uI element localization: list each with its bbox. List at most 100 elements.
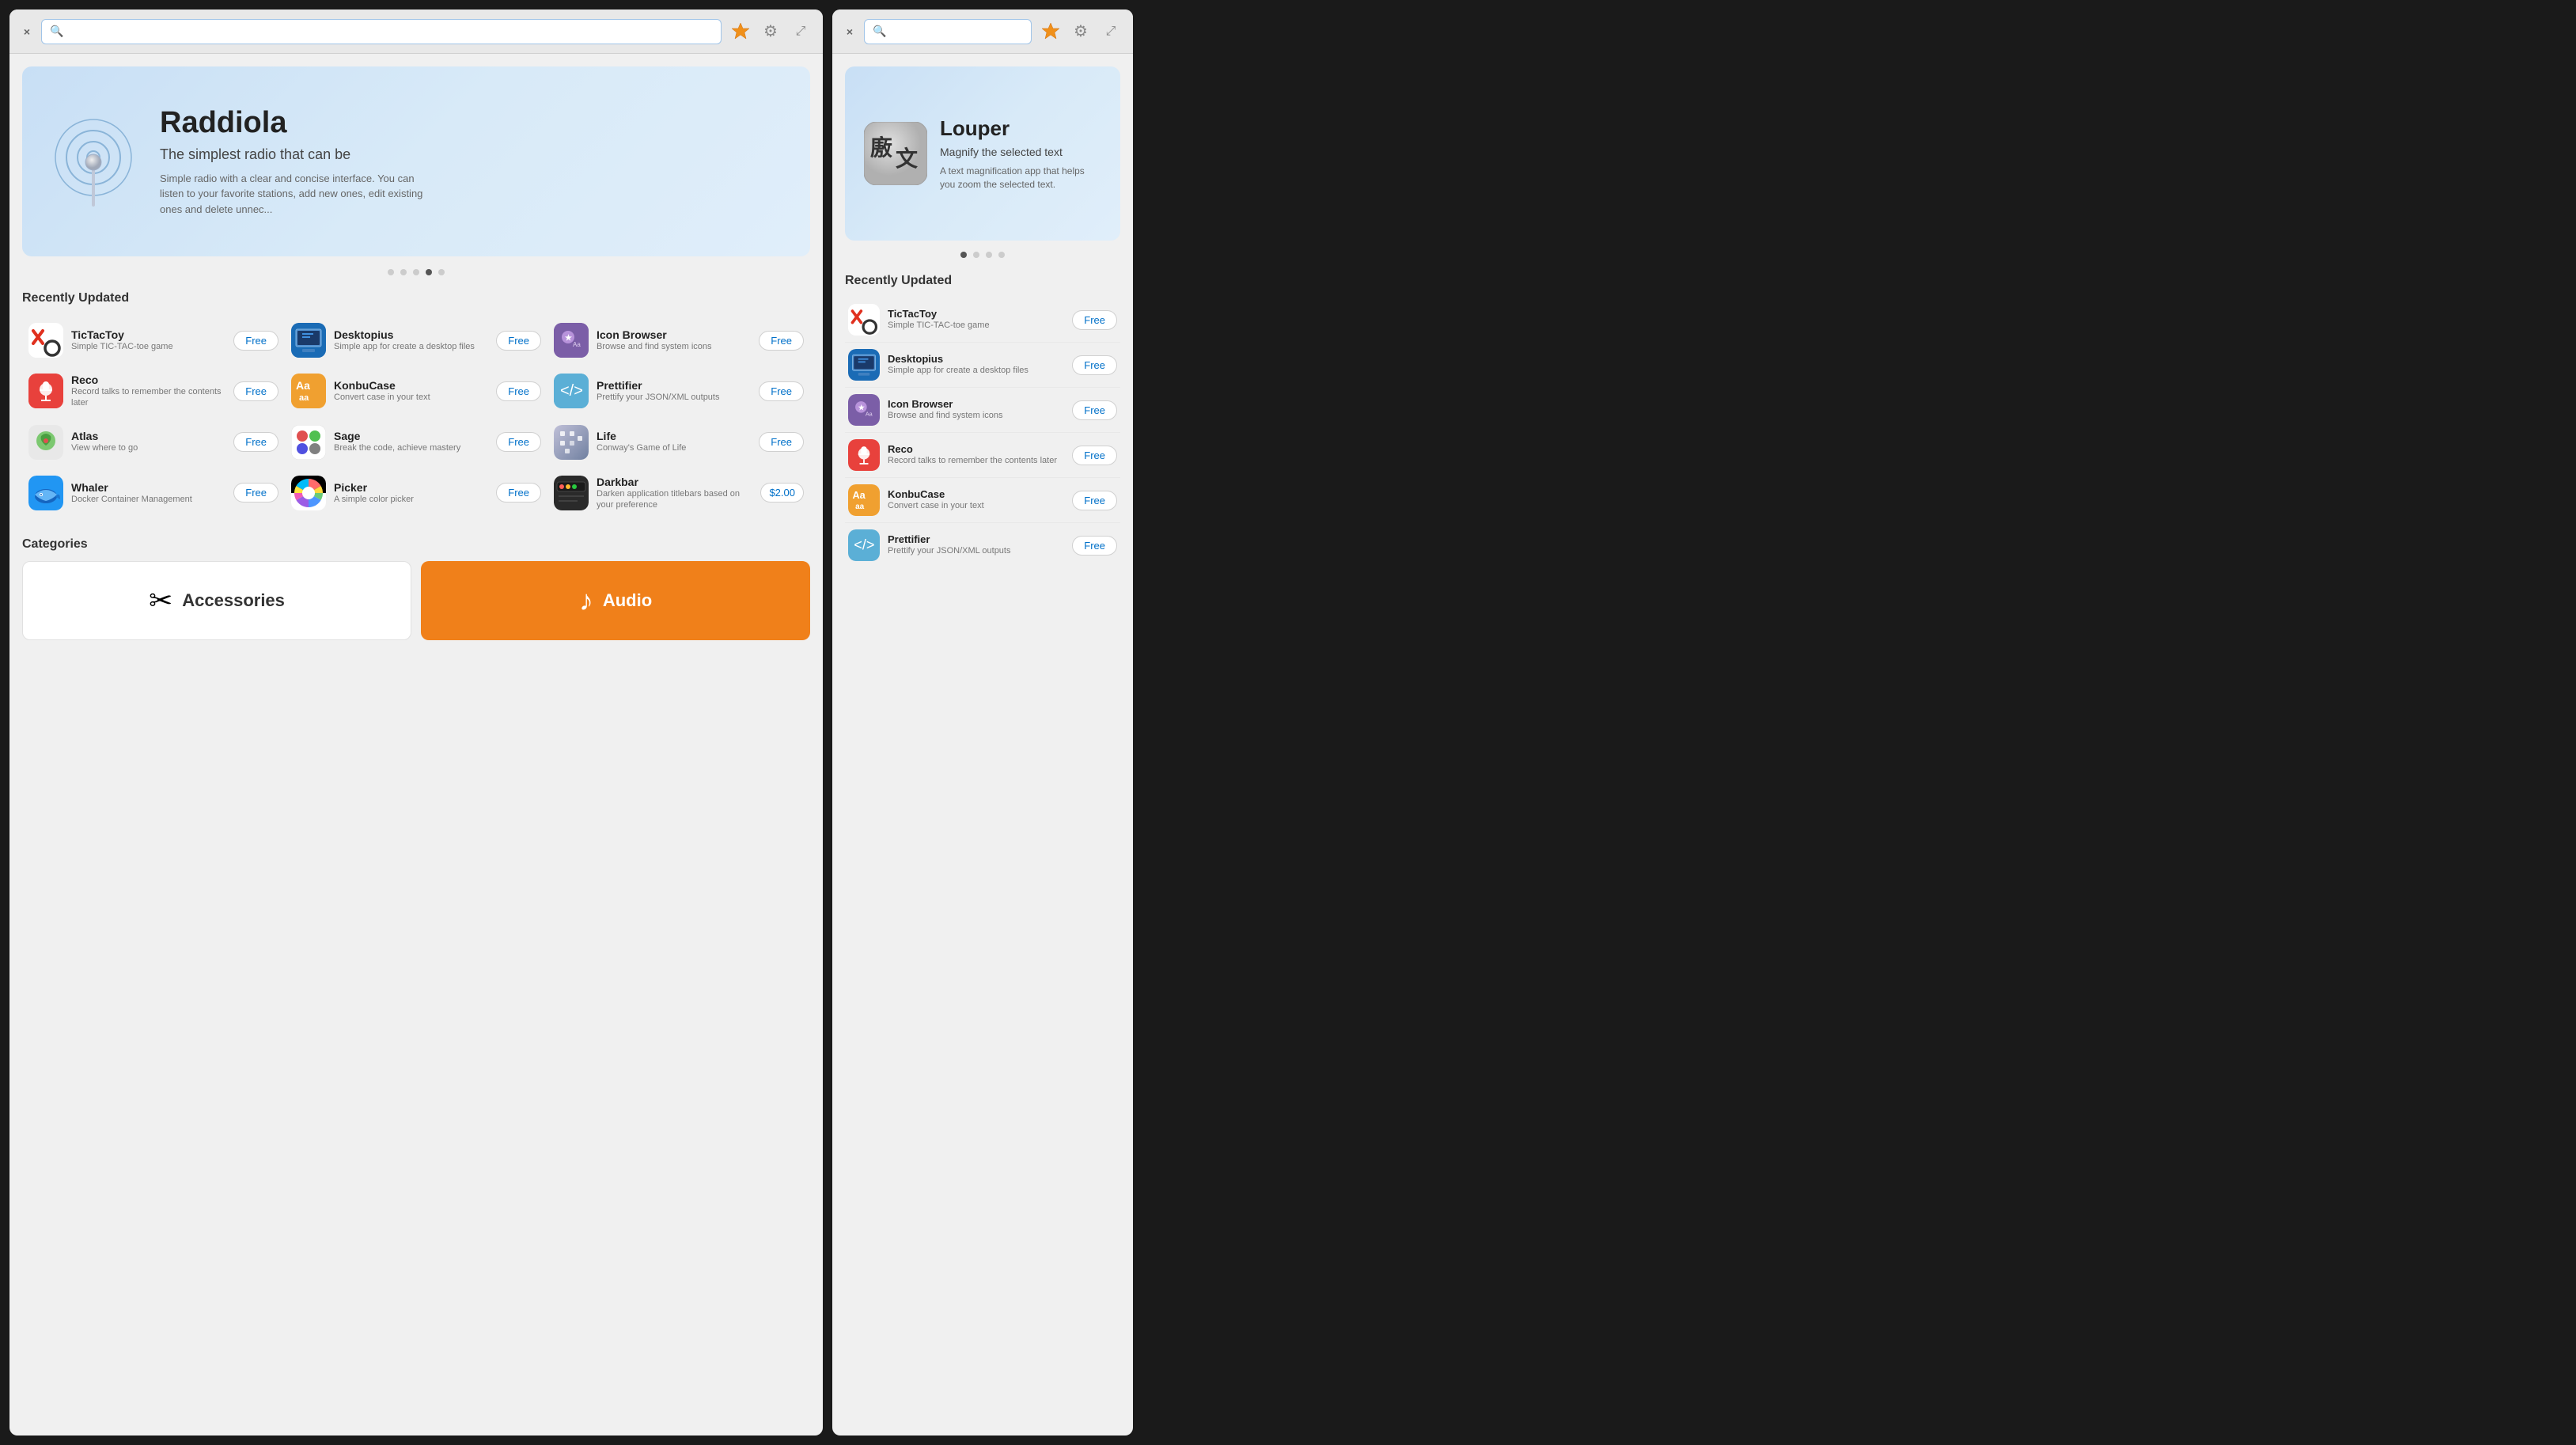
list-price-konbucase[interactable]: Free (1072, 491, 1117, 510)
list-name-desktopius: Desktopius (888, 353, 1064, 365)
main-content-right[interactable]: 廒 文 Louper Magnify the selected text A t… (832, 54, 1133, 1436)
list-price-iconbrowser[interactable]: Free (1072, 400, 1117, 420)
expand-icon-right[interactable]: ⤢ (1100, 21, 1122, 43)
gear-icon-left[interactable]: ⚙ (760, 21, 782, 43)
price-btn-sage[interactable]: Free (496, 432, 541, 452)
hero-banner-left[interactable]: Raddiola The simplest radio that can be … (22, 66, 810, 256)
dot-r1[interactable] (960, 252, 967, 258)
app-info-desktopius: Desktopius Simple app for create a deskt… (334, 328, 488, 352)
app-item-picker[interactable]: Picker A simple color picker Free (285, 468, 547, 519)
svg-text:Aa: Aa (296, 379, 310, 392)
search-icon-right: 🔍 (873, 25, 886, 38)
gear-icon-right[interactable]: ⚙ (1070, 21, 1092, 43)
search-input-left[interactable] (68, 25, 713, 38)
list-info-reco: Reco Record talks to remember the conten… (888, 443, 1064, 466)
category-audio[interactable]: ♪ Audio (421, 561, 810, 640)
hero-text-right: Louper Magnify the selected text A text … (940, 116, 1101, 192)
app-icon-konbucase: Aa aa (291, 374, 326, 408)
svg-text:Aa: Aa (866, 410, 873, 417)
badge-icon-right[interactable] (1040, 21, 1062, 43)
search-bar-left[interactable]: 🔍 (41, 19, 722, 44)
list-item-konbucase[interactable]: Aa aa KonbuCase Convert case in your tex… (845, 478, 1120, 523)
list-item-prettifier[interactable]: </> Prettifier Prettify your JSON/XML ou… (845, 523, 1120, 567)
list-icon-iconbrowser: ★ Aa (848, 394, 880, 426)
app-item-whaler[interactable]: Whaler Docker Container Management Free (22, 468, 285, 519)
expand-icon-left[interactable]: ⤢ (790, 21, 812, 43)
list-price-prettifier[interactable]: Free (1072, 536, 1117, 556)
app-item-atlas[interactable]: Atlas View where to go Free (22, 417, 285, 468)
svg-text:★: ★ (565, 334, 572, 343)
app-info-reco: Reco Record talks to remember the conten… (71, 374, 225, 409)
price-btn-reco[interactable]: Free (233, 381, 278, 401)
app-name-desktopius: Desktopius (334, 328, 488, 341)
app-info-tictactoy: TicTacToy Simple TIC-TAC-toe game (71, 328, 225, 352)
app-item-desktopius[interactable]: Desktopius Simple app for create a deskt… (285, 315, 547, 366)
dot-r4[interactable] (998, 252, 1005, 258)
dot-1[interactable] (388, 269, 394, 275)
list-name-iconbrowser: Icon Browser (888, 398, 1064, 410)
list-item-reco[interactable]: Reco Record talks to remember the conten… (845, 433, 1120, 478)
price-btn-prettifier[interactable]: Free (759, 381, 804, 401)
app-desc-whaler: Docker Container Management (71, 494, 225, 505)
window-left: × 🔍 ⚙ ⤢ (9, 9, 823, 1436)
app-item-tictactoy[interactable]: TicTacToy Simple TIC-TAC-toe game Free (22, 315, 285, 366)
list-desc-prettifier: Prettify your JSON/XML outputs (888, 545, 1064, 556)
price-btn-konbucase[interactable]: Free (496, 381, 541, 401)
app-info-picker: Picker A simple color picker (334, 481, 488, 505)
app-name-darkbar: Darkbar (597, 476, 752, 488)
list-item-desktopius[interactable]: Desktopius Simple app for create a deskt… (845, 343, 1120, 388)
close-button-right[interactable]: × (843, 25, 856, 38)
dot-4[interactable] (426, 269, 432, 275)
hero-banner-right[interactable]: 廒 文 Louper Magnify the selected text A t… (845, 66, 1120, 241)
dot-5[interactable] (438, 269, 445, 275)
app-desc-iconbrowser: Browse and find system icons (597, 341, 751, 352)
dot-2[interactable] (400, 269, 407, 275)
app-item-konbucase[interactable]: Aa aa KonbuCase Convert case in your tex… (285, 366, 547, 417)
svg-text:aa: aa (299, 393, 309, 403)
app-item-iconbrowser[interactable]: ★ Aa Icon Browser Browse and find system… (547, 315, 810, 366)
app-icon-darkbar (554, 476, 589, 510)
list-price-reco[interactable]: Free (1072, 446, 1117, 465)
hero-app-icon-left (46, 98, 141, 225)
list-name-konbucase: KonbuCase (888, 488, 1064, 500)
price-btn-picker[interactable]: Free (496, 483, 541, 503)
price-btn-tictactoy[interactable]: Free (233, 331, 278, 351)
price-btn-life[interactable]: Free (759, 432, 804, 452)
dot-3[interactable] (413, 269, 419, 275)
app-item-darkbar[interactable]: Darkbar Darken application titlebars bas… (547, 468, 810, 519)
hero-text-left: Raddiola The simplest radio that can be … (160, 106, 429, 218)
main-content-left[interactable]: Raddiola The simplest radio that can be … (9, 54, 823, 1436)
app-grid-left: TicTacToy Simple TIC-TAC-toe game Free (22, 315, 810, 518)
app-name-tictactoy: TicTacToy (71, 328, 225, 341)
app-item-prettifier[interactable]: </> Prettifier Prettify your JSON/XML ou… (547, 366, 810, 417)
app-desc-desktopius: Simple app for create a desktop files (334, 341, 488, 352)
category-accessories[interactable]: ✂ Accessories (22, 561, 411, 640)
list-price-desktopius[interactable]: Free (1072, 355, 1117, 375)
app-item-sage[interactable]: Sage Break the code, achieve mastery Fre… (285, 417, 547, 468)
price-btn-whaler[interactable]: Free (233, 483, 278, 503)
list-info-prettifier: Prettifier Prettify your JSON/XML output… (888, 533, 1064, 556)
app-info-prettifier: Prettifier Prettify your JSON/XML output… (597, 379, 751, 403)
titlebar-left: × 🔍 ⚙ ⤢ (9, 9, 823, 54)
dot-r3[interactable] (986, 252, 992, 258)
list-item-tictactoy[interactable]: TicTacToy Simple TIC-TAC-toe game Free (845, 298, 1120, 343)
price-btn-desktopius[interactable]: Free (496, 331, 541, 351)
price-btn-iconbrowser[interactable]: Free (759, 331, 804, 351)
close-button-left[interactable]: × (21, 25, 33, 38)
accessories-icon: ✂ (149, 584, 172, 617)
dot-r2[interactable] (973, 252, 979, 258)
titlebar-right: × 🔍 ⚙ ⤢ (832, 9, 1133, 54)
app-icon-sage (291, 425, 326, 460)
app-desc-sage: Break the code, achieve mastery (334, 442, 488, 453)
list-price-tictactoy[interactable]: Free (1072, 310, 1117, 330)
app-item-reco[interactable]: Reco Record talks to remember the conten… (22, 366, 285, 417)
badge-icon-left[interactable] (729, 21, 752, 43)
list-item-iconbrowser[interactable]: ★ Aa Icon Browser Browse and find system… (845, 388, 1120, 433)
app-item-life[interactable]: Life Conway's Game of Life Free (547, 417, 810, 468)
price-btn-atlas[interactable]: Free (233, 432, 278, 452)
price-btn-darkbar[interactable]: $2.00 (760, 483, 804, 503)
list-info-tictactoy: TicTacToy Simple TIC-TAC-toe game (888, 308, 1064, 331)
app-name-picker: Picker (334, 481, 488, 494)
search-input-right[interactable] (891, 25, 1023, 38)
search-bar-right[interactable]: 🔍 (864, 19, 1032, 44)
